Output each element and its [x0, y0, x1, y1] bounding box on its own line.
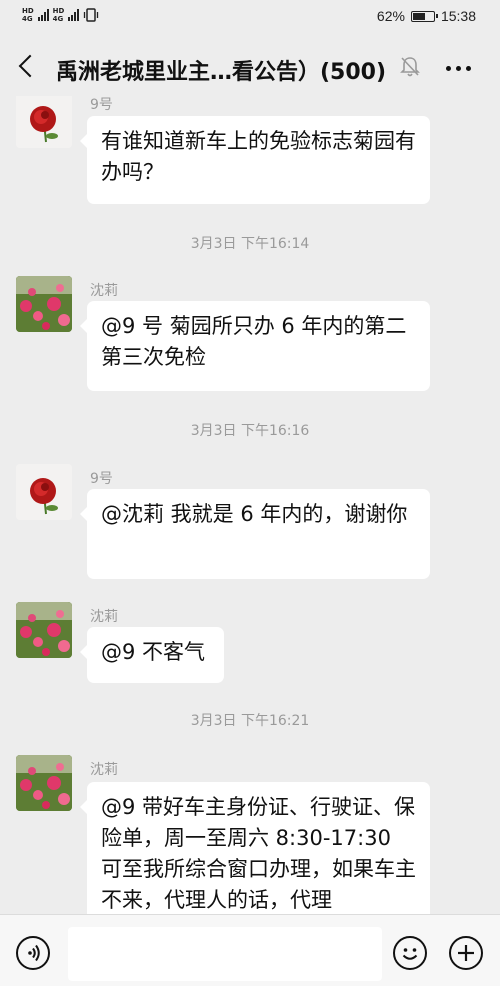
back-icon[interactable]: [18, 54, 42, 78]
flower-avatar-icon: [16, 755, 72, 811]
signal-indicators: HD 4G HD 4G: [22, 7, 99, 23]
battery-fill: [412, 12, 425, 20]
message-bubble[interactable]: @沈莉 我就是 6 年内的，谢谢你: [80, 489, 430, 579]
message-bubble[interactable]: @9 不客气: [80, 627, 224, 683]
timestamp: 3月3日 下午16:14: [190, 236, 310, 252]
battery-percent: 62%: [376, 8, 405, 24]
message-text: @9 号 菊园所只办 6 年内的第二第三次免检: [101, 314, 407, 369]
network-label-1: HD 4G: [22, 7, 34, 23]
signal-bars-icon: [37, 9, 49, 21]
more-icon[interactable]: [446, 66, 471, 71]
message-text: @沈莉 我就是 6 年内的，谢谢你: [101, 502, 408, 526]
avatar[interactable]: [16, 276, 72, 332]
sender-name: 9号: [90, 471, 113, 487]
status-bar: HD 4G HD 4G 62% 15:38: [0, 0, 500, 34]
voice-icon[interactable]: [16, 936, 50, 970]
signal-bars-icon: [68, 9, 80, 21]
avatar[interactable]: [16, 464, 72, 520]
flower-avatar-icon: [16, 602, 72, 658]
timestamp: 3月3日 下午16:16: [190, 423, 310, 439]
flower-avatar-icon: [16, 276, 72, 332]
emoji-icon[interactable]: [393, 936, 427, 970]
sender-name: 沈莉: [90, 609, 118, 625]
message-input[interactable]: [68, 927, 382, 981]
network-label-2: HD 4G: [52, 7, 65, 23]
sender-name: 沈莉: [90, 283, 118, 299]
clock: 15:38: [440, 8, 476, 24]
chat-header: 禹洲老城里业主…看公告）(500): [0, 34, 500, 102]
battery-icon: [410, 10, 438, 22]
avatar[interactable]: [16, 96, 72, 148]
plus-icon[interactable]: [449, 936, 483, 970]
message-bubble[interactable]: @9 带好车主身份证、行驶证、保险单，周一至周六 8:30-17:30 可至我所…: [80, 782, 430, 914]
rose-avatar-icon: [16, 96, 72, 148]
status-right: 62% 15:38: [377, 8, 476, 24]
message-bubble[interactable]: @9 号 菊园所只办 6 年内的第二第三次免检: [80, 301, 430, 391]
sender-name: 9号: [90, 97, 113, 113]
message-text: @9 不客气: [101, 640, 206, 664]
avatar[interactable]: [16, 755, 72, 811]
timestamp: 3月3日 下午16:21: [190, 713, 310, 729]
message-text: 有谁知道新车上的免验标志菊园有办吗？: [101, 129, 416, 184]
avatar[interactable]: [16, 602, 72, 658]
chat-title: 禹洲老城里业主…看公告）(500): [56, 60, 387, 85]
chat-messages[interactable]: 9号 有谁知道新车上的免验标志菊园有办吗？ 3月3日 下午16:14 沈莉 @9…: [0, 96, 500, 914]
rose-avatar-icon: [16, 464, 72, 520]
sender-name: 沈莉: [90, 762, 118, 778]
message-text: @9 带好车主身份证、行驶证、保险单，周一至周六 8:30-17:30 可至我所…: [101, 795, 416, 912]
input-bar: [0, 914, 500, 986]
message-bubble[interactable]: 有谁知道新车上的免验标志菊园有办吗？: [80, 116, 430, 204]
mute-bell-icon[interactable]: [400, 56, 420, 78]
vibrate-icon: [84, 8, 99, 22]
